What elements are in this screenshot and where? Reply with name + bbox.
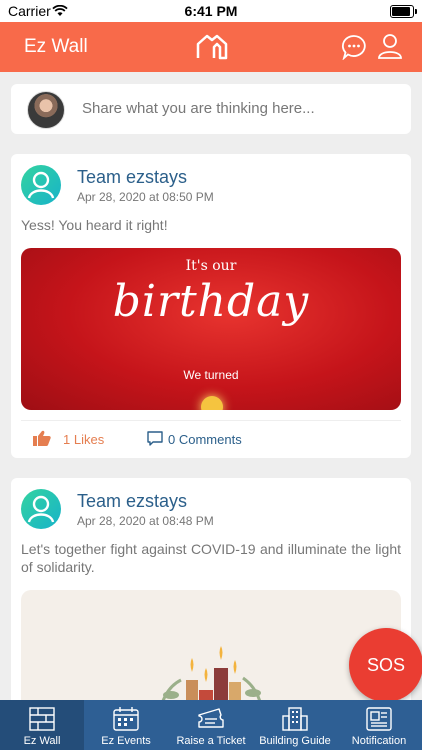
home-logo-icon[interactable] xyxy=(195,32,229,65)
author-avatar xyxy=(21,489,61,529)
balloon-decoration xyxy=(201,396,223,410)
post-date: Apr 28, 2020 at 08:50 PM xyxy=(77,190,214,204)
comments-count[interactable]: 0 Comments xyxy=(168,432,242,447)
post-card: Team ezstays Apr 28, 2020 at 08:50 PM Ye… xyxy=(11,154,411,458)
ticket-icon xyxy=(197,707,225,734)
post-text: Let's together fight against COVID-19 an… xyxy=(21,541,401,575)
like-icon[interactable] xyxy=(33,430,51,451)
post-text: Yess! You heard it right! xyxy=(21,217,168,233)
nav-item-ez-wall[interactable]: Ez Wall xyxy=(0,700,84,750)
status-bar: Carrier 6:41 PM xyxy=(0,0,422,22)
battery-icon xyxy=(390,5,417,18)
post-image[interactable]: It's our birthday We turned xyxy=(21,248,401,410)
banner-heading: birthday xyxy=(112,276,310,327)
banner-text: It's our xyxy=(185,258,237,274)
wall-icon xyxy=(29,707,55,734)
post-card: Team ezstays Apr 28, 2020 at 08:48 PM Le… xyxy=(11,478,411,718)
post-actions: 1 Likes 0 Comments xyxy=(11,418,411,458)
nav-label: Ez Wall xyxy=(23,735,61,747)
clock: 6:41 PM xyxy=(184,3,238,19)
bottom-nav: Ez Wall Ez Events Raise a Ticket Buildin… xyxy=(0,700,422,750)
app-header: Ez Wall xyxy=(0,22,422,72)
banner-subtext: We turned xyxy=(183,368,239,382)
post-author[interactable]: Team ezstays xyxy=(77,167,187,188)
chat-icon[interactable] xyxy=(341,34,367,65)
likes-count[interactable]: 1 Likes xyxy=(63,432,104,447)
post-image[interactable] xyxy=(21,590,401,718)
profile-icon[interactable] xyxy=(377,33,403,64)
avatar xyxy=(27,91,65,129)
nav-label: Raise a Ticket xyxy=(176,735,246,747)
sos-button[interactable]: SOS xyxy=(349,628,422,702)
events-icon xyxy=(113,707,139,734)
post-author[interactable]: Team ezstays xyxy=(77,491,187,512)
comment-icon[interactable] xyxy=(147,431,163,451)
candles-illustration xyxy=(158,646,267,718)
nav-label: Notification xyxy=(351,735,407,747)
author-avatar xyxy=(21,165,61,205)
nav-item-building-guide[interactable]: Building Guide xyxy=(254,700,336,750)
nav-item-raise-ticket[interactable]: Raise a Ticket xyxy=(168,700,254,750)
page-title: Ez Wall xyxy=(24,36,88,57)
building-icon xyxy=(282,707,308,734)
nav-label: Ez Events xyxy=(101,735,151,747)
nav-item-ez-events[interactable]: Ez Events xyxy=(84,700,168,750)
share-input[interactable]: Share what you are thinking here... xyxy=(82,100,315,117)
nav-item-notification[interactable]: Notification xyxy=(336,700,422,750)
notification-icon xyxy=(366,707,392,734)
nav-label: Building Guide xyxy=(259,735,331,747)
post-date: Apr 28, 2020 at 08:48 PM xyxy=(77,514,214,528)
share-box[interactable]: Share what you are thinking here... xyxy=(11,84,411,134)
